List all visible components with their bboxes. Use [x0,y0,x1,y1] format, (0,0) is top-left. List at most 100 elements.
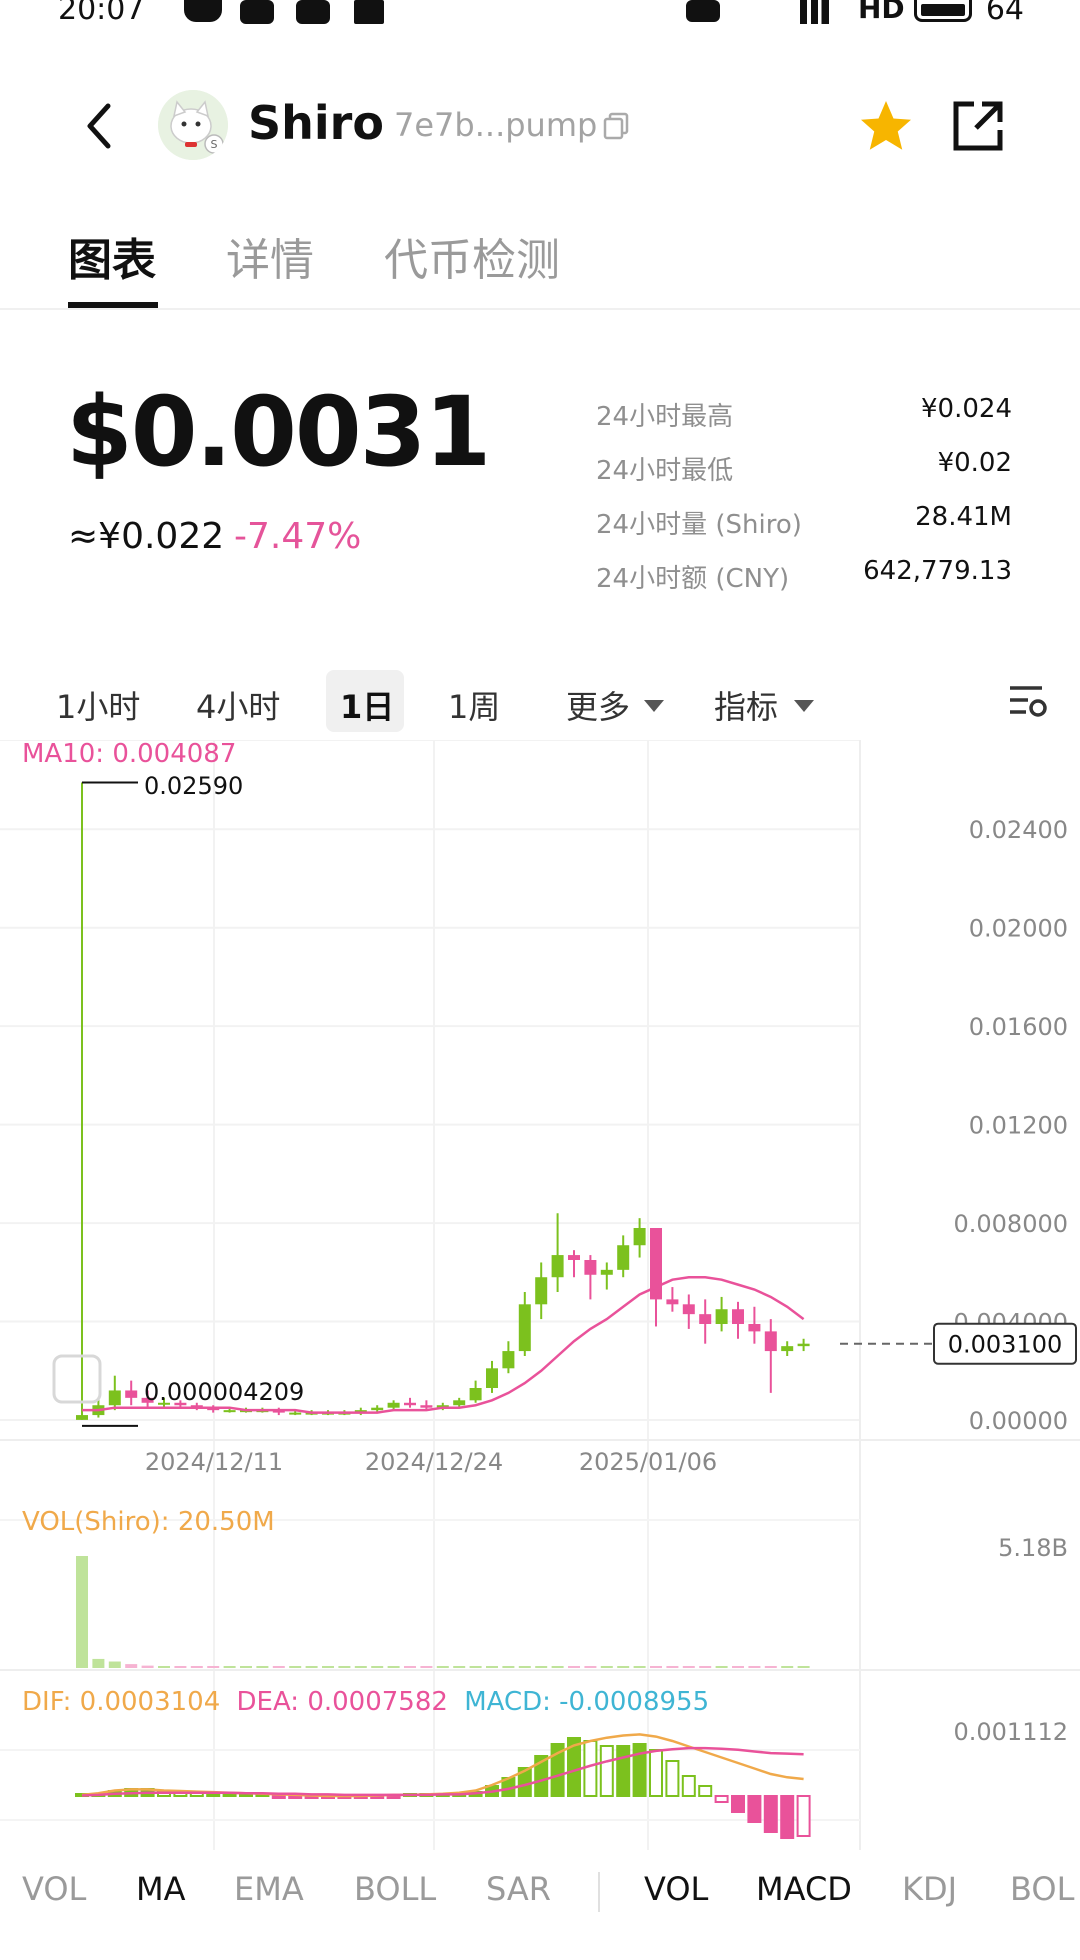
volume-bar [371,1666,384,1668]
candle-body [486,1368,498,1388]
volume-bar [256,1666,269,1668]
volume-bar [715,1666,728,1668]
macd-legend: DIF: 0.0003104 DEA: 0.0007582 MACD: -0.0… [22,1687,709,1717]
candle-body [764,1331,777,1352]
chart-settings-icon[interactable] [1008,682,1048,722]
volume-bar [141,1665,154,1668]
stat-label-volume: 24小时量 (Shiro) [596,510,802,540]
macd-bar [780,1795,795,1839]
y-tick-label: 0.02400 [969,816,1068,844]
bottom-tab-boll[interactable]: BOLL [354,1870,436,1908]
volume-bar [108,1661,121,1668]
volume-bar [92,1658,105,1668]
bottom-tab-ema[interactable]: EMA [234,1870,304,1908]
bottom-tab-ma[interactable]: MA [136,1870,186,1908]
copy-icon[interactable] [602,112,630,140]
macd-bar [714,1795,729,1803]
macd-bar [796,1795,811,1837]
volume-bar [436,1666,449,1668]
vol-max-label: 5.18B [998,1534,1068,1562]
macd-bar [222,1793,237,1797]
volume-bar [354,1666,367,1668]
bottom-tab-main-vol[interactable]: VOL [22,1870,86,1908]
candle-body [633,1228,646,1246]
volume-bar [486,1666,498,1668]
candle-body [387,1402,400,1408]
bottom-tab-sub-vol[interactable]: VOL [644,1870,708,1908]
macd-bar [681,1775,696,1797]
tab-details[interactable]: 详情 [226,224,314,288]
stat-value-amount: 642,779.13 [863,556,1012,586]
timeframe-more[interactable]: 更多 [566,682,630,728]
candle-body [748,1324,761,1332]
share-icon[interactable] [950,98,1006,154]
y-tick-label: 0.01200 [969,1112,1068,1140]
macd-bar [386,1795,401,1799]
volume-bar [272,1666,285,1668]
battery-level: 64 [985,0,1024,27]
candle-body [781,1346,794,1352]
status-time: 20:07 [58,0,145,27]
macd-bar [616,1745,631,1797]
stat-value-high: ¥0.024 [921,394,1012,424]
tab-chart[interactable]: 图表 [68,224,156,288]
current-price-label: 0.003100 [948,1331,1063,1359]
candle-body [666,1299,679,1305]
candle-body [289,1412,302,1415]
stat-label-low: 24小时最低 [596,456,734,486]
bottom-tab-sar[interactable]: SAR [486,1870,551,1908]
candle-body [76,1415,88,1420]
timeframe-1h[interactable]: 1小时 [56,682,140,728]
signal-icon [800,0,836,24]
volume-bar [797,1666,810,1668]
candle-body [732,1309,744,1324]
volume-bar [404,1666,416,1668]
timeframe-1w[interactable]: 1周 [448,682,500,728]
token-address: 7e7b...pump [394,106,598,144]
bottom-tab-bol[interactable]: BOL [1010,1870,1074,1908]
timeframe-1d[interactable]: 1日 [340,682,394,728]
volume-bar [305,1666,318,1668]
candle-body [584,1260,597,1275]
bottom-tab-macd[interactable]: MACD [756,1870,852,1908]
status-bar: 20:07 HD 64 [0,0,1080,40]
volume-bar [699,1666,712,1668]
volume-bar [781,1666,794,1668]
volume-bar [502,1666,515,1668]
macd-bar [583,1740,598,1797]
tab-token-check[interactable]: 代币检测 [384,224,560,288]
volume-bar [518,1666,531,1668]
back-button[interactable] [80,96,120,156]
wifi-icon [742,0,782,22]
candle-body [223,1410,236,1413]
bottom-tab-kdj[interactable]: KDJ [902,1870,957,1908]
svg-text:S: S [211,138,218,151]
vol-label: VOL(Shiro): 20.50M [22,1507,275,1537]
timeframe-more-label: 更多 [566,688,631,726]
cat-logo-icon: S [158,90,228,160]
candle-body [108,1390,121,1406]
price-chart[interactable]: MA10: 0.004087 0.02590 0.000004209 0.024… [0,740,1080,1850]
macd-bar [665,1760,680,1797]
volume-bar [190,1666,203,1668]
indicators-dropdown[interactable]: 指标 [714,682,778,728]
volume-bar [338,1666,351,1668]
ma10-label: MA10: 0.004087 [22,740,236,769]
favorite-star-icon[interactable] [856,96,916,156]
timeframe-4h[interactable]: 4小时 [196,682,280,728]
candle-body [797,1343,810,1347]
volume-bar [732,1666,744,1668]
x-tick-label: 2024/12/11 [145,1448,283,1476]
volume-bar [469,1666,482,1668]
volume-bar [322,1666,334,1668]
dif-label: DIF: 0.0003104 [22,1687,220,1717]
chevron-left-icon [87,103,111,149]
dea-label: DEA: 0.0007582 [237,1687,448,1717]
candle-body [617,1245,630,1270]
token-avatar: S [158,90,228,160]
volume-bar [748,1666,761,1668]
macd-bar [271,1795,286,1799]
macd-max-label: 0.001112 [953,1718,1068,1746]
volume-bar [650,1666,662,1668]
volume-bar [223,1666,236,1668]
